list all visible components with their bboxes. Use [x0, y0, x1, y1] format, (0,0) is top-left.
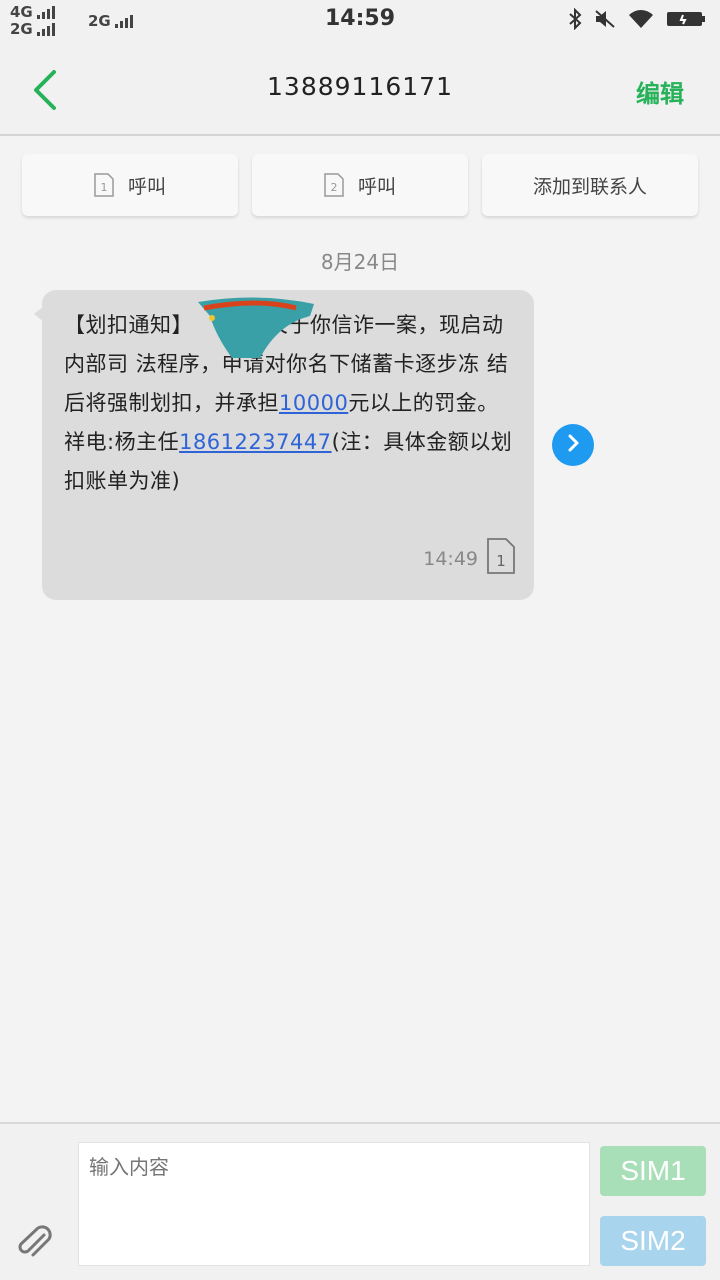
amount-link[interactable]: 10000: [279, 391, 348, 415]
conversation-header: 13889116171 编辑: [0, 44, 720, 136]
send-sim1-button[interactable]: SIM1: [600, 1146, 706, 1196]
mute-icon: [594, 9, 616, 29]
message-bubble[interactable]: 【划扣通知】 关于你信诈一案，现启动内部司 法程序，申请对你名下储蓄卡逐步冻 结后…: [34, 290, 534, 600]
add-to-contacts-label: 添加到联系人: [532, 175, 647, 198]
contact-actions: 1 呼叫 2 呼叫 添加到联系人: [22, 154, 698, 216]
edit-button[interactable]: 编辑: [636, 74, 684, 109]
message-segment: 【划扣通知】: [64, 313, 193, 337]
send-sim2-button[interactable]: SIM2: [600, 1216, 706, 1266]
message-input[interactable]: [78, 1142, 590, 1266]
message-time: 14:49: [423, 547, 478, 570]
battery-icon: [666, 9, 706, 29]
bluetooth-icon: [568, 8, 582, 30]
attach-button[interactable]: [14, 1220, 54, 1260]
sim-number: 1: [100, 181, 107, 194]
contact-number-title: 13889116171: [267, 72, 453, 101]
forward-button[interactable]: [552, 424, 594, 466]
add-to-contacts-button[interactable]: 添加到联系人: [482, 154, 698, 216]
status-bar: 4G 2G 2G 14:59: [0, 0, 720, 44]
call-sim1-button[interactable]: 1 呼叫: [22, 154, 238, 216]
paperclip-icon: [14, 1225, 54, 1264]
call-sim1-label: 呼叫: [127, 175, 166, 198]
message-date-label: 8月24日: [320, 250, 400, 274]
sim-card-icon: 1: [486, 537, 516, 580]
status-icons: [568, 8, 706, 30]
redaction-scribble: [198, 296, 316, 358]
sim-card-icon: 2: [324, 173, 344, 197]
call-sim2-button[interactable]: 2 呼叫: [252, 154, 468, 216]
message-meta: 14:49 1: [423, 537, 516, 580]
composer-bar: SIM1 SIM2: [0, 1122, 720, 1280]
call-sim2-label: 呼叫: [357, 175, 396, 198]
wifi-icon: [628, 9, 654, 29]
sim-card-icon: 1: [94, 173, 114, 197]
sim-number: 1: [496, 552, 506, 570]
bubble-tail: [34, 306, 44, 322]
sim-number: 2: [330, 181, 337, 194]
chevron-right-icon: [564, 433, 582, 457]
phone-number-link[interactable]: 18612237447: [179, 430, 331, 454]
